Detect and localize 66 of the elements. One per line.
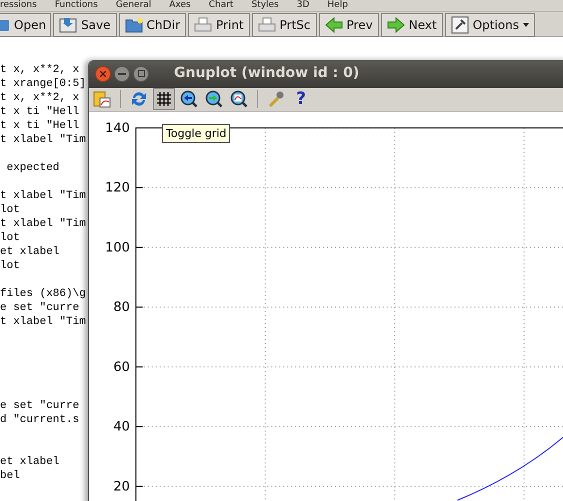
code-line: t xlabel "Tim: [0, 133, 86, 147]
menu-item[interactable]: Functions: [46, 0, 107, 11]
clipboard-chart-icon: [93, 90, 111, 108]
close-icon: [100, 70, 106, 77]
refresh-icon: [130, 90, 148, 108]
close-button[interactable]: [95, 66, 111, 82]
y-tick-label: 120: [105, 180, 130, 196]
menu-item[interactable]: Chart: [200, 0, 242, 11]
folder-icon: [124, 16, 143, 34]
y-tick-label: 60: [113, 360, 130, 375]
code-line: t xlabel "Tim: [0, 315, 86, 329]
code-line: t x, x**2, x: [0, 63, 80, 77]
code-line: e set "curre: [0, 399, 80, 413]
zoom-icon: [230, 90, 248, 108]
code-line: t xlabel "Tim: [0, 189, 86, 203]
toolbar-button[interactable]: Next: [380, 12, 443, 36]
menu-item[interactable]: Help: [318, 0, 357, 11]
code-line: lot: [0, 259, 20, 273]
y-tick-label: 140: [105, 120, 130, 136]
zoom-icon: [180, 90, 198, 108]
save-icon: [59, 16, 78, 34]
code-line: t x ti "Hell: [0, 105, 80, 119]
code-line: t x ti "Hell: [0, 119, 80, 133]
code-line: expected: [6, 161, 60, 175]
code-line: files (x86)\g: [0, 287, 86, 301]
code-line: et xlabel: [0, 245, 60, 259]
code-line: t xlabel "Tim: [0, 217, 86, 231]
toolbar-button[interactable]: Save: [53, 12, 117, 36]
tooltip: Toggle grid: [162, 124, 230, 143]
minimize-icon: [118, 72, 126, 75]
code-line: e set "curre: [0, 301, 80, 315]
dropdown-arrow-icon: [523, 22, 529, 28]
code-line: lot: [0, 203, 20, 217]
code-line: d "current.s: [0, 413, 80, 427]
maximize-icon: [138, 70, 144, 78]
code-line: bel: [0, 469, 20, 483]
menu-item[interactable]: General: [106, 0, 160, 11]
code-line: et xlabel: [0, 455, 60, 469]
printer-icon: [258, 16, 276, 34]
maximize-button[interactable]: [133, 66, 149, 82]
code-line: lot: [0, 231, 20, 245]
toolbar-button[interactable]: Prev: [318, 12, 379, 36]
toolbar-button[interactable]: Print: [188, 12, 250, 36]
code-line: t x, x**2, x: [0, 91, 80, 105]
window-title: Gnuplot (window id : 0): [174, 64, 360, 84]
toolbar-button[interactable]: PrtSc: [252, 12, 317, 36]
minimize-button[interactable]: [114, 66, 130, 82]
menu-item[interactable]: Styles: [242, 0, 288, 11]
left-arrow-icon: [324, 16, 343, 34]
help-button[interactable]: ?: [290, 88, 312, 110]
printer-icon: [194, 16, 212, 34]
toolbar-button[interactable]: ChDir: [118, 12, 186, 36]
toolbar-button[interactable]: Open: [0, 12, 52, 36]
zoom-icon: [205, 90, 223, 108]
grid-icon: [156, 91, 172, 108]
menu-item[interactable]: Axes: [160, 0, 200, 11]
menu-item[interactable]: 3D: [288, 0, 318, 11]
y-tick-label: 100: [105, 240, 130, 256]
y-tick-label: 20: [113, 479, 130, 494]
code-line: t xrange[0:5]: [0, 77, 86, 91]
menu-item[interactable]: ressions: [0, 0, 46, 11]
right-arrow-icon: [386, 16, 405, 34]
toolbar-button[interactable]: Options: [444, 12, 535, 36]
toolbar-icon-button[interactable]: [153, 88, 175, 110]
y-tick-label: 80: [113, 300, 130, 315]
y-tick-label: 40: [113, 419, 130, 434]
